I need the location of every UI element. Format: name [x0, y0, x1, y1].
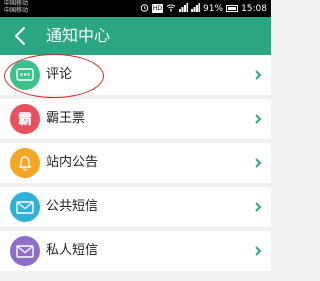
carrier-label: 中国移动	[4, 7, 29, 14]
comment-dots-icon	[10, 60, 40, 90]
chevron-right-icon	[255, 114, 262, 124]
page-title: 通知中心	[46, 26, 111, 45]
back-button[interactable]	[8, 21, 32, 51]
bell-icon	[10, 148, 40, 178]
chevron-right-icon	[255, 202, 262, 212]
status-bar: 中国移动 中国移动 HD 91% 15:08	[0, 0, 271, 17]
alarm-icon	[140, 3, 149, 15]
wifi-icon	[166, 3, 176, 15]
list-item-announcement[interactable]: 站内公告	[0, 143, 271, 183]
list-item-private-sms[interactable]: 私人短信	[0, 231, 271, 271]
envelope-icon	[10, 192, 40, 222]
list-item-label: 霸王票	[46, 111, 86, 126]
ticket-badge-icon: 霸	[10, 104, 40, 134]
status-icons: HD 91% 15:08	[140, 2, 267, 15]
list-item-label: 公共短信	[46, 199, 99, 214]
list-item-comment[interactable]: 评论	[0, 55, 271, 95]
carrier-label: 中国移动	[4, 0, 29, 7]
signal-icon	[179, 2, 189, 15]
battery-icon	[226, 5, 239, 12]
signal-icon	[191, 2, 201, 15]
screen: 中国移动 中国移动 HD 91% 15:08 通知中心 评论 霸 霸王票 站内公…	[0, 0, 271, 281]
chevron-right-icon	[255, 70, 262, 80]
chevron-left-icon	[15, 27, 25, 45]
envelope-icon	[10, 236, 40, 266]
hd-icon: HD	[151, 4, 164, 13]
list-item-ticket[interactable]: 霸 霸王票	[0, 99, 271, 139]
clock-time: 15:08	[241, 3, 267, 14]
list-item-label: 评论	[46, 67, 73, 82]
list-item-public-sms[interactable]: 公共短信	[0, 187, 271, 227]
app-header: 通知中心	[0, 17, 271, 55]
list-item-label: 站内公告	[46, 155, 99, 170]
chevron-right-icon	[255, 158, 262, 168]
battery-percent: 91%	[203, 3, 224, 14]
chevron-right-icon	[255, 246, 262, 256]
ticket-badge-text: 霸	[18, 112, 32, 128]
list-item-label: 私人短信	[46, 243, 99, 258]
carrier-labels: 中国移动 中国移动	[4, 0, 28, 14]
